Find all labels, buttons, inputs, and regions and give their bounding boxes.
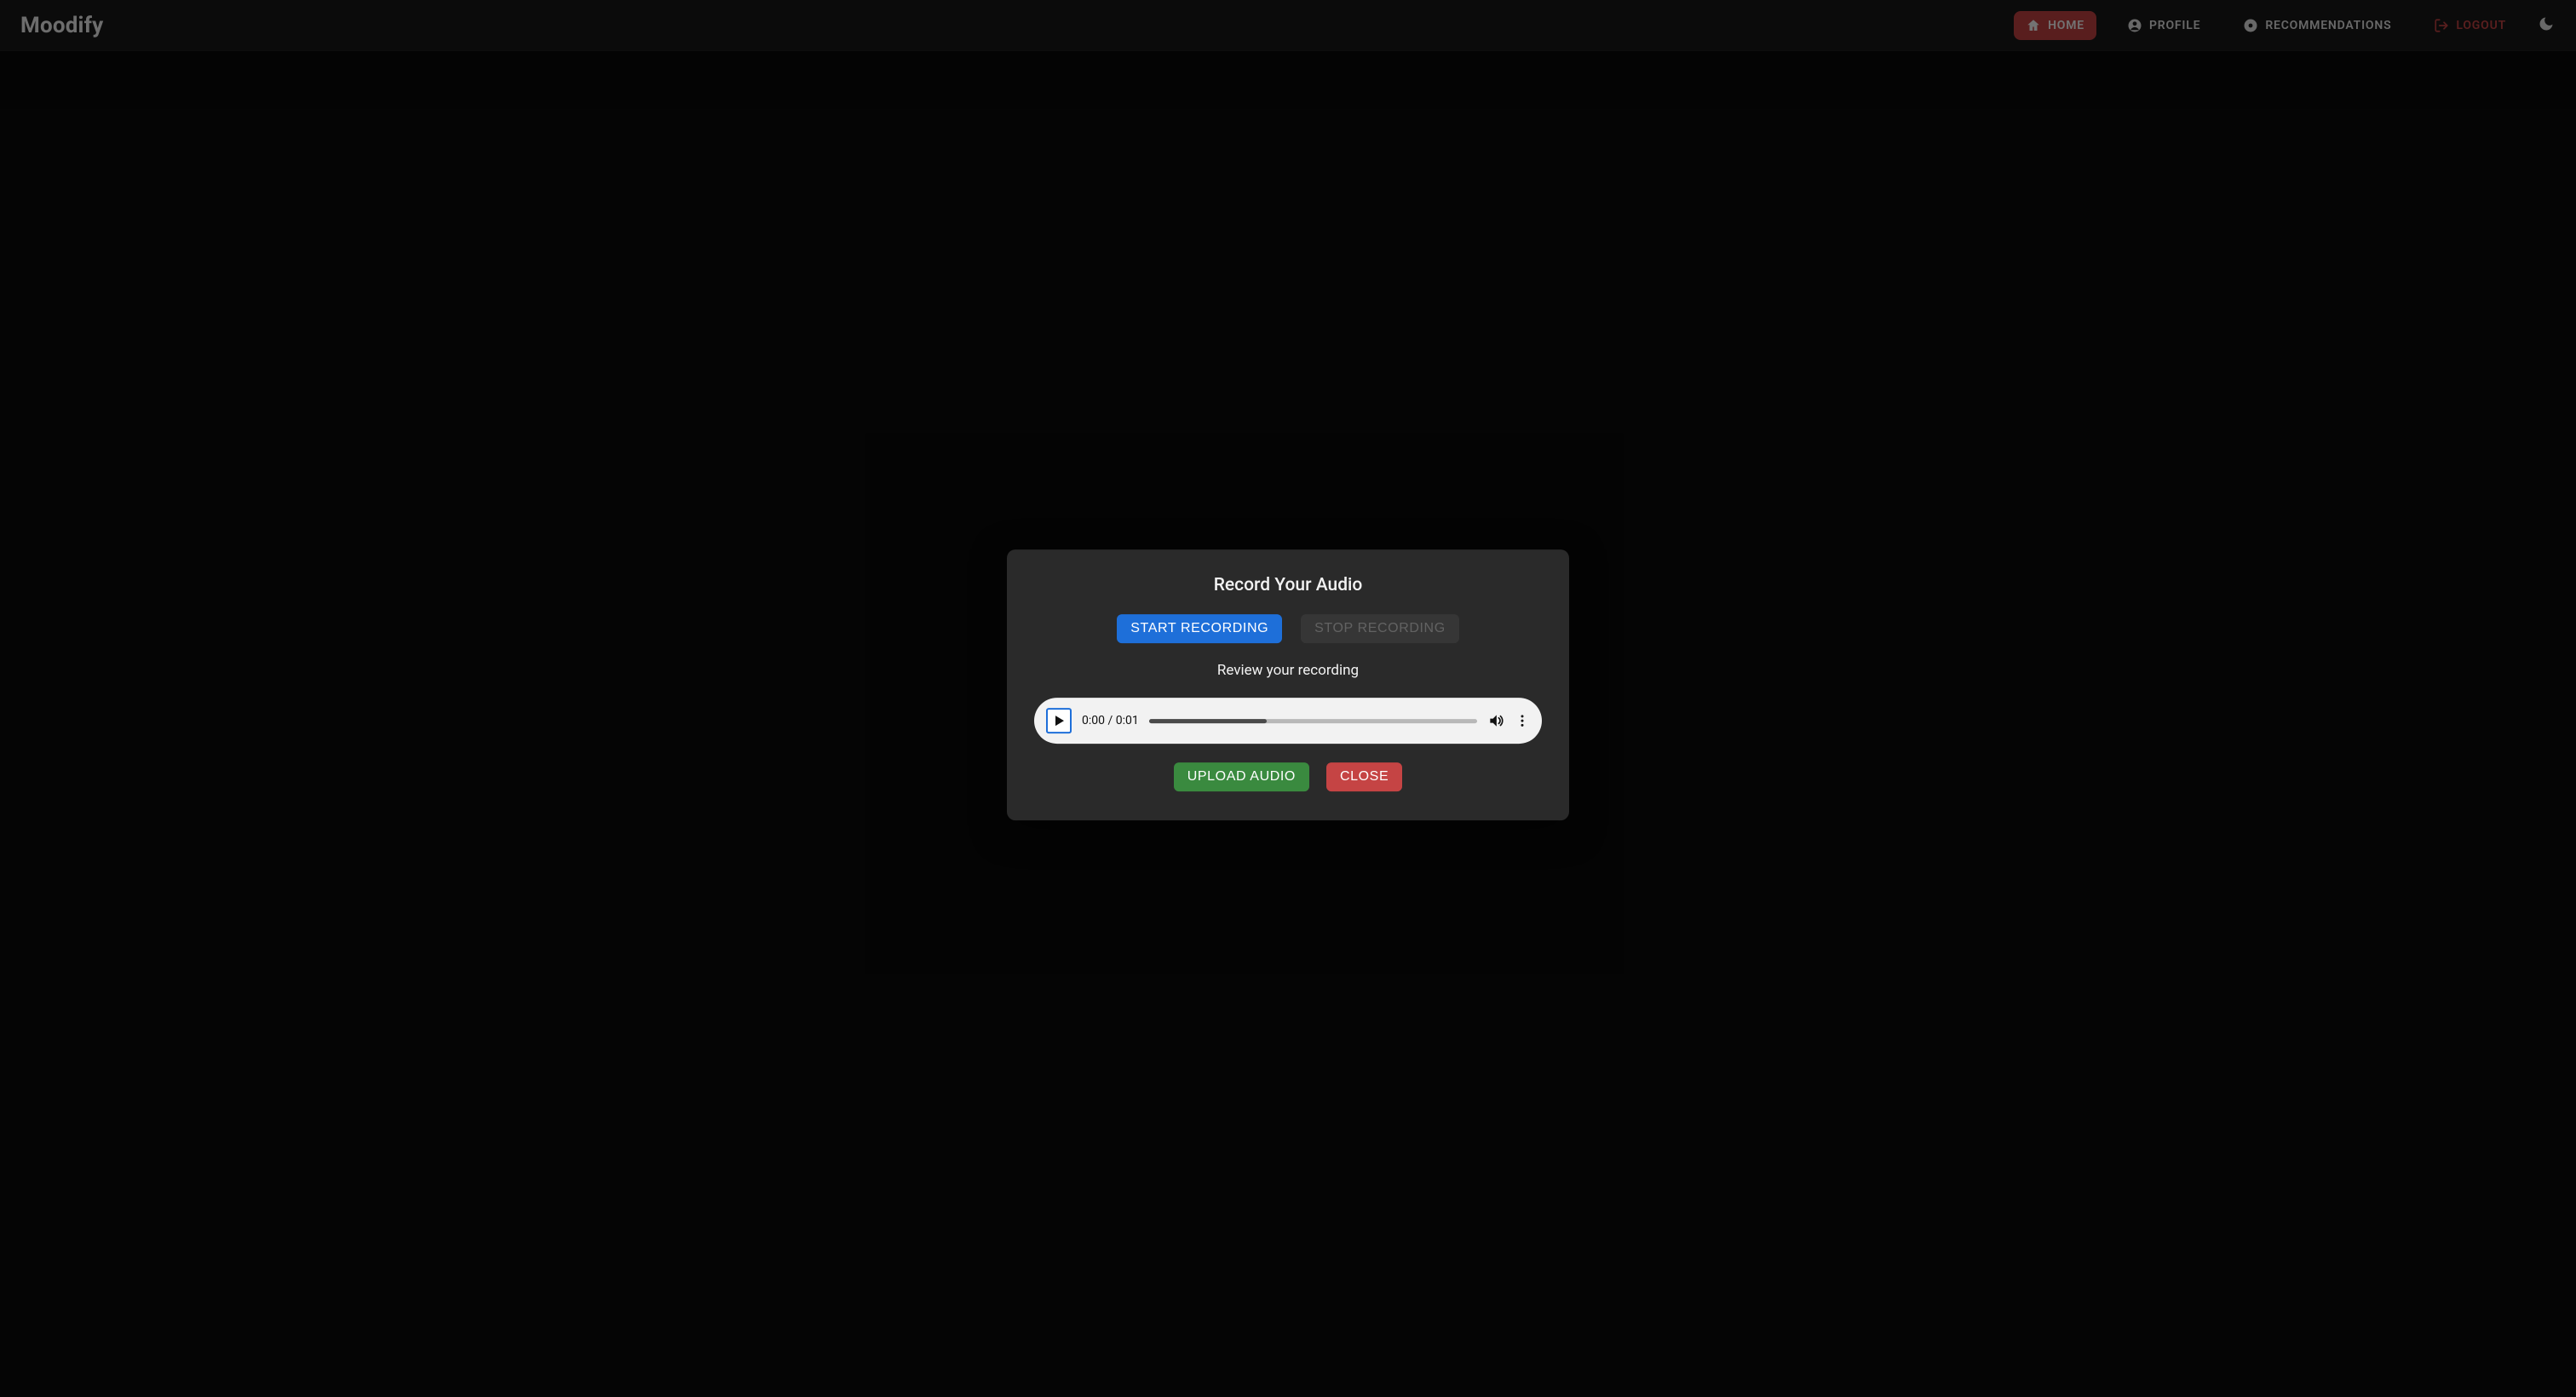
upload-audio-label: UPLOAD AUDIO <box>1187 769 1296 784</box>
start-recording-button[interactable]: START RECORDING <box>1117 614 1282 643</box>
modal-title: Record Your Audio <box>1214 575 1363 595</box>
audio-player: 0:00 / 0:01 <box>1034 698 1542 744</box>
start-recording-label: START RECORDING <box>1130 621 1268 635</box>
volume-icon[interactable] <box>1487 712 1504 729</box>
more-options-icon[interactable] <box>1515 713 1530 728</box>
upload-audio-button[interactable]: UPLOAD AUDIO <box>1174 762 1309 791</box>
close-button[interactable]: CLOSE <box>1326 762 1402 791</box>
audio-seek-track[interactable] <box>1149 719 1477 723</box>
review-recording-label: Review your recording <box>1217 662 1359 679</box>
play-icon <box>1055 716 1064 726</box>
modal-action-row: UPLOAD AUDIO CLOSE <box>1174 762 1402 791</box>
record-audio-modal: Record Your Audio START RECORDING STOP R… <box>1007 549 1569 820</box>
stop-recording-label: STOP RECORDING <box>1314 621 1446 635</box>
audio-seek-progress <box>1149 719 1268 723</box>
play-button[interactable] <box>1046 708 1072 733</box>
audio-time-display: 0:00 / 0:01 <box>1082 714 1139 727</box>
recording-controls: START RECORDING STOP RECORDING <box>1117 614 1459 643</box>
close-label: CLOSE <box>1340 769 1389 784</box>
stop-recording-button: STOP RECORDING <box>1301 614 1459 643</box>
